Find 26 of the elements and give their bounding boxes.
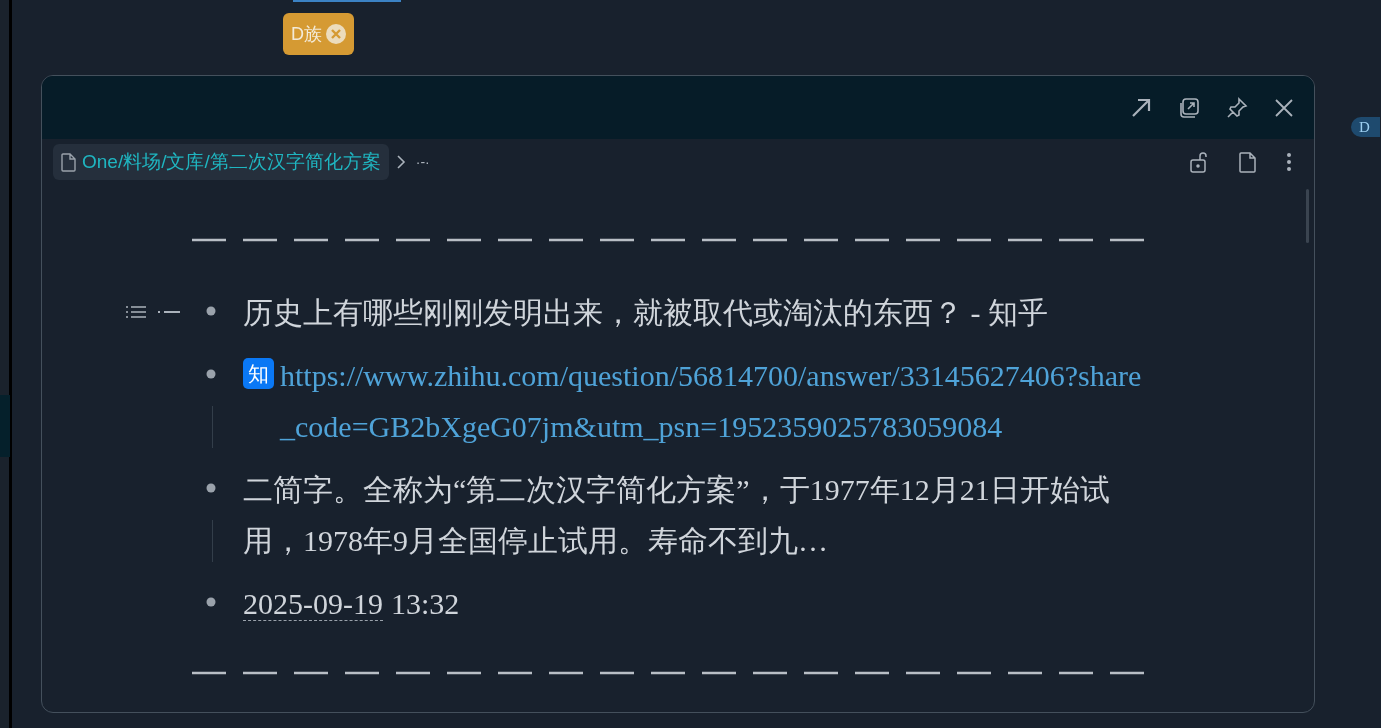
time-text: 13:32: [391, 587, 460, 620]
new-window-icon[interactable]: [1178, 96, 1200, 119]
close-icon[interactable]: [1274, 97, 1294, 118]
sidebar-highlight: [0, 395, 10, 457]
bullet-icon: [206, 306, 216, 316]
more-options-icon[interactable]: [1286, 152, 1292, 172]
bullet-text: 历史上有哪些刚刚发明出来，就被取代或淘汰的东西？ - 知乎: [243, 296, 1048, 329]
breadcrumb-child[interactable]: ·-·: [415, 151, 430, 173]
file-icon[interactable]: [1239, 151, 1256, 173]
bullet-icon: [206, 483, 216, 493]
chevron-right-icon: [396, 155, 406, 169]
bullet-icon: [206, 369, 216, 379]
pin-icon[interactable]: [1226, 96, 1248, 119]
unlock-icon[interactable]: [1189, 151, 1209, 173]
open-arrow-icon[interactable]: [1130, 96, 1152, 119]
tag-label: D族: [291, 22, 322, 46]
breadcrumb-path[interactable]: One/料场/文库/第二次汉字简化方案: [53, 144, 389, 180]
date-link[interactable]: 2025-09-19: [243, 587, 383, 621]
bullet-icon: [206, 597, 216, 607]
url-link[interactable]: https://www.zhihu.com/question/56814700/answer/33145627406?share_code=GB2bXgeG07jm&utm_psn=1952359025783059084: [280, 350, 1152, 452]
collapse-icon[interactable]: [158, 309, 180, 315]
site-badge: 知: [243, 358, 274, 389]
file-icon: [61, 152, 76, 172]
tag-chip: D: [1351, 117, 1380, 137]
bullet-text: 二简字。全称为“第二次汉字简化方案”，于1977年12月21日开始试用，1978年9月全国停止试用。寿命不到九…: [243, 473, 1110, 557]
list-icon[interactable]: [126, 305, 146, 319]
